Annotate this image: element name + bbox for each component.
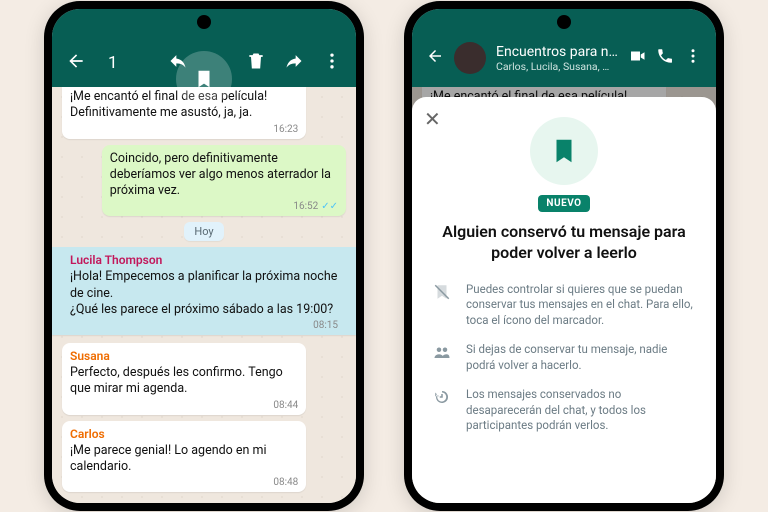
group-icon bbox=[432, 342, 452, 373]
chat-body[interactable]: ¡Me encantó el final de esa película! De… bbox=[52, 87, 356, 503]
message-time: 16:52✓✓ bbox=[110, 201, 338, 212]
chat-subtitle: Carlos, Lucila, Susana, Marcos,... bbox=[496, 60, 618, 73]
info-text: Los mensajes conservados no desaparecerá… bbox=[466, 387, 696, 434]
history-icon bbox=[432, 387, 452, 434]
forward-icon[interactable] bbox=[284, 51, 304, 75]
bookmark-icon bbox=[193, 68, 215, 90]
info-text: Si dejas de conservar tu mensaje, nadie … bbox=[466, 342, 696, 373]
message-text: ¡Hola! Empecemos a planificar la próxima… bbox=[70, 269, 338, 318]
read-ticks-icon: ✓✓ bbox=[321, 201, 338, 212]
screen-right: Encuentros para noche... Carlos, Lucila,… bbox=[412, 9, 716, 503]
new-badge: NUEVO bbox=[538, 195, 589, 212]
message-time: 08:48 bbox=[70, 477, 298, 488]
message-outgoing[interactable]: Coincido, pero definitivamente deberíamo… bbox=[102, 145, 346, 217]
date-chip: Hoy bbox=[184, 222, 223, 241]
info-sheet: ✕ NUEVO Alguien conservó tu mensaje para… bbox=[412, 97, 716, 503]
info-text: Puedes controlar si quieres que se pueda… bbox=[466, 282, 696, 329]
phone-right: Encuentros para noche... Carlos, Lucila,… bbox=[404, 1, 724, 511]
camera-notch bbox=[557, 15, 571, 29]
info-row: Los mensajes conservados no desaparecerá… bbox=[432, 387, 696, 434]
message-incoming[interactable]: Carlos ¡Me parece genial! Lo agendo en m… bbox=[62, 421, 306, 493]
message-time: 08:15 bbox=[70, 320, 338, 331]
message-incoming[interactable]: Susana Perfecto, después les confirmo. T… bbox=[62, 343, 306, 415]
voice-call-icon[interactable] bbox=[656, 47, 674, 69]
message-text: ¡Me parece genial! Lo agendo en mi calen… bbox=[70, 443, 298, 476]
group-avatar[interactable] bbox=[454, 42, 486, 74]
info-row: Si dejas de conservar tu mensaje, nadie … bbox=[432, 342, 696, 373]
message-text: Perfecto, después les confirmo. Tengo qu… bbox=[70, 365, 298, 398]
phone-left: 1 ¡Me encantó el final de esa película! … bbox=[44, 1, 364, 511]
message-sender: Susana bbox=[70, 349, 298, 363]
chat-title: Encuentros para noche... bbox=[496, 44, 618, 60]
camera-notch bbox=[197, 15, 211, 29]
message-time: 16:23 bbox=[70, 124, 298, 135]
more-icon[interactable] bbox=[322, 51, 342, 75]
back-icon[interactable] bbox=[66, 51, 86, 75]
info-list: Puedes controlar si quieres que se pueda… bbox=[432, 282, 696, 448]
delete-icon[interactable] bbox=[246, 51, 266, 75]
message-sender: Lucila Thompson bbox=[70, 253, 338, 267]
message-sender: Carlos bbox=[70, 427, 298, 441]
more-icon[interactable] bbox=[684, 47, 702, 69]
back-icon[interactable] bbox=[426, 47, 444, 69]
sheet-title: Alguien conservó tu mensaje para poder v… bbox=[432, 222, 696, 264]
message-time: 08:44 bbox=[70, 400, 298, 411]
bookmark-hero-icon bbox=[530, 117, 598, 185]
message-text: Coincido, pero definitivamente deberíamo… bbox=[110, 151, 338, 200]
info-row: Puedes controlar si quieres que se pueda… bbox=[432, 282, 696, 329]
selection-count: 1 bbox=[108, 53, 150, 73]
screen-left: 1 ¡Me encantó el final de esa película! … bbox=[52, 9, 356, 503]
close-icon[interactable]: ✕ bbox=[424, 107, 441, 131]
message-selected[interactable]: Lucila Thompson ¡Hola! Empecemos a plani… bbox=[52, 247, 356, 335]
bookmark-off-icon bbox=[432, 282, 452, 329]
bookmark-action-highlight[interactable] bbox=[176, 51, 232, 107]
video-call-icon[interactable] bbox=[628, 47, 646, 69]
chat-titles[interactable]: Encuentros para noche... Carlos, Lucila,… bbox=[496, 44, 618, 73]
